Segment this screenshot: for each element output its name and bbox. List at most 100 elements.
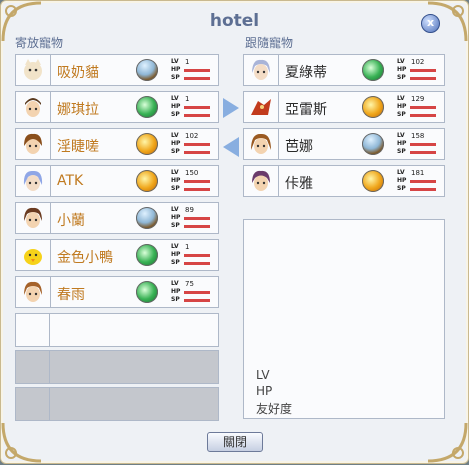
close-button[interactable]: 關閉 — [207, 432, 263, 452]
pet-avatar — [248, 58, 274, 82]
pet-level: 89 — [185, 206, 194, 214]
pet-stats: LV 129 HP SP — [397, 95, 437, 121]
following-pet-row[interactable]: 佧雅 LV 181 HP SP — [243, 165, 445, 197]
element-wind-icon — [136, 96, 158, 118]
sp-label: SP — [171, 74, 180, 81]
sp-bar — [184, 299, 210, 302]
element-wind-icon — [362, 59, 384, 81]
stored-pet-row[interactable]: 春雨 LV 75 HP SP — [15, 276, 219, 308]
stored-pets-label: 寄放寵物 — [15, 36, 64, 50]
pet-stats: LV 1 HP SP — [171, 243, 211, 269]
pet-avatar — [20, 206, 46, 230]
hp-label: HP — [171, 251, 181, 258]
pet-avatar — [20, 169, 46, 193]
hp-bar — [410, 106, 436, 109]
stored-pet-row[interactable]: 娜琪拉 LV 1 HP SP — [15, 91, 219, 123]
following-pet-row[interactable]: 亞雷斯 LV 129 HP SP — [243, 91, 445, 123]
hp-label: HP — [397, 66, 407, 73]
hp-label: HP — [397, 103, 407, 110]
info-lv-label: LV — [256, 368, 270, 382]
element-wind-icon — [136, 244, 158, 266]
hp-bar — [410, 69, 436, 72]
sp-label: SP — [397, 148, 406, 155]
pet-name: ATK — [57, 173, 84, 189]
hp-bar — [184, 69, 210, 72]
sp-bar — [184, 262, 210, 265]
sp-label: SP — [171, 222, 180, 229]
stored-pet-row[interactable]: ATK LV 150 HP SP — [15, 165, 219, 197]
pet-stats: LV 89 HP SP — [171, 206, 211, 232]
pet-stats: LV 1 HP SP — [171, 58, 211, 84]
hp-label: HP — [171, 177, 181, 184]
pet-name: 春雨 — [57, 287, 85, 303]
hp-bar — [184, 143, 210, 146]
pet-name: 夏綠蒂 — [285, 65, 327, 81]
pet-name: 淫睫嗟 — [57, 139, 99, 155]
hp-bar — [184, 217, 210, 220]
pet-avatar — [248, 132, 274, 156]
sp-bar — [410, 77, 436, 80]
hp-label: HP — [171, 103, 181, 110]
stored-pet-row[interactable]: 小蘭 LV 89 HP SP — [15, 202, 219, 234]
hp-bar — [184, 180, 210, 183]
pet-level: 158 — [411, 132, 425, 140]
following-pet-row[interactable]: 夏綠蒂 LV 102 HP SP — [243, 54, 445, 86]
pet-avatar — [20, 243, 46, 267]
hp-label: HP — [171, 66, 181, 73]
lv-label: LV — [171, 132, 179, 139]
sp-bar — [184, 188, 210, 191]
sp-label: SP — [397, 74, 406, 81]
hp-label: HP — [397, 177, 407, 184]
pet-name: 金色小鴨 — [57, 250, 113, 266]
corner-ornament — [0, 419, 45, 465]
corner-ornament — [424, 419, 469, 465]
sp-label: SP — [171, 296, 180, 303]
move-to-following-arrow-icon[interactable] — [223, 98, 239, 118]
pet-stats: LV 102 HP SP — [397, 58, 437, 84]
pet-info-panel: LV HP 友好度 — [243, 219, 445, 419]
sp-label: SP — [171, 148, 180, 155]
lv-label: LV — [397, 95, 405, 102]
pet-avatar — [20, 280, 46, 304]
move-to-stored-arrow-icon[interactable] — [223, 137, 239, 157]
lv-label: LV — [171, 95, 179, 102]
pet-stats: LV 75 HP SP — [171, 280, 211, 306]
pet-level: 129 — [411, 95, 425, 103]
pet-name: 小蘭 — [57, 213, 85, 229]
empty-pet-slot[interactable] — [15, 313, 219, 347]
stored-pet-row[interactable]: 吸奶貓 LV 1 HP SP — [15, 54, 219, 86]
pet-avatar — [20, 95, 46, 119]
element-earth-icon — [136, 59, 158, 81]
locked-pet-slot — [15, 350, 219, 384]
lv-label: LV — [171, 280, 179, 287]
hp-label: HP — [171, 288, 181, 295]
sp-bar — [184, 77, 210, 80]
following-pet-row[interactable]: 芭娜 LV 158 HP SP — [243, 128, 445, 160]
pet-stats: LV 150 HP SP — [171, 169, 211, 195]
close-icon[interactable]: x — [421, 14, 440, 33]
lv-label: LV — [171, 206, 179, 213]
lv-label: LV — [397, 132, 405, 139]
pet-level: 1 — [185, 243, 190, 251]
hp-label: HP — [397, 140, 407, 147]
element-earth-icon — [362, 133, 384, 155]
pet-name: 佧雅 — [285, 176, 313, 192]
sp-bar — [184, 225, 210, 228]
pet-stats: LV 181 HP SP — [397, 169, 437, 195]
lv-label: LV — [171, 58, 179, 65]
hp-label: HP — [171, 140, 181, 147]
pet-avatar — [248, 169, 274, 193]
element-sun-icon — [136, 133, 158, 155]
pet-stats: LV 158 HP SP — [397, 132, 437, 158]
info-affinity-label: 友好度 — [256, 402, 293, 416]
lv-label: LV — [171, 243, 179, 250]
info-hp-label: HP — [256, 384, 273, 398]
sp-bar — [410, 151, 436, 154]
pet-name: 亞雷斯 — [285, 102, 327, 118]
lv-label: LV — [397, 169, 405, 176]
stored-pet-row[interactable]: 金色小鴨 LV 1 HP SP — [15, 239, 219, 271]
hp-bar — [184, 254, 210, 257]
pet-stats: LV 1 HP SP — [171, 95, 211, 121]
sp-label: SP — [171, 259, 180, 266]
stored-pet-row[interactable]: 淫睫嗟 LV 102 HP SP — [15, 128, 219, 160]
